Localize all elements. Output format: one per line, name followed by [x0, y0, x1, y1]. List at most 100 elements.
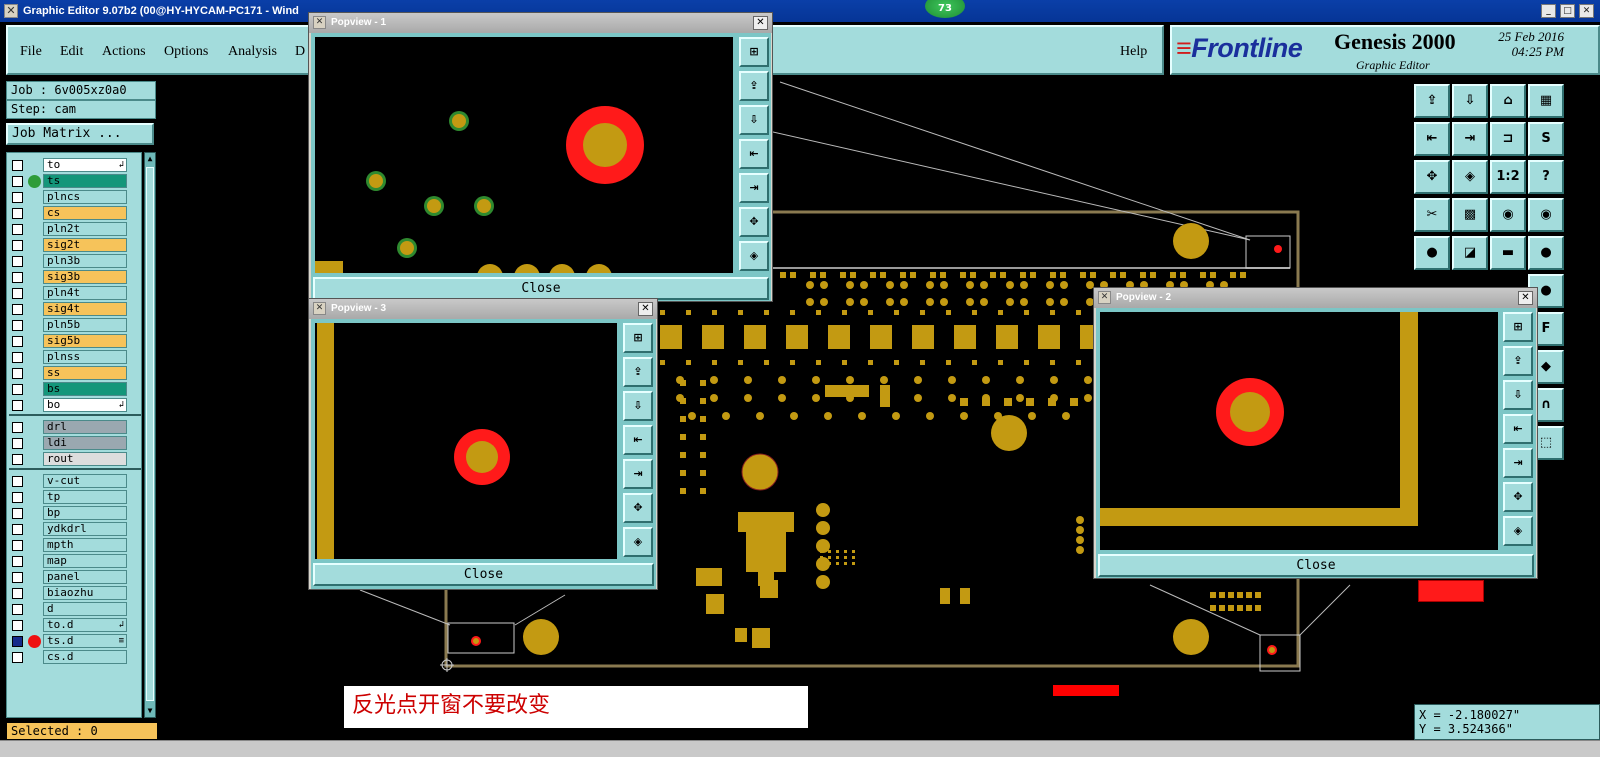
- graph-icon[interactable]: ◪: [1452, 236, 1488, 270]
- layer-row[interactable]: tp: [7, 489, 143, 505]
- layer-row[interactable]: pln4t: [7, 285, 143, 301]
- layer-checkbox[interactable]: [12, 588, 23, 599]
- layer-name[interactable]: biaozhu: [43, 586, 127, 600]
- layer-checkbox[interactable]: [12, 384, 23, 395]
- layer-name[interactable]: v-cut: [43, 474, 127, 488]
- pan-left-icon[interactable]: ⇤: [1503, 414, 1533, 444]
- zoom-out-icon[interactable]: ⇩: [623, 391, 653, 421]
- popview-1-close-icon[interactable]: ✕: [753, 16, 768, 30]
- scroll-up-icon[interactable]: ▲: [145, 153, 155, 165]
- layer-row[interactable]: pln5b: [7, 317, 143, 333]
- layer-checkbox[interactable]: [12, 572, 23, 583]
- layer-checkbox[interactable]: [12, 438, 23, 449]
- pan-left-icon[interactable]: ⇤: [623, 425, 653, 455]
- home-icon[interactable]: ⌂: [1490, 84, 1526, 118]
- layer-checkbox[interactable]: [12, 620, 23, 631]
- popview-2-close-button[interactable]: Close: [1098, 554, 1534, 577]
- popview-1-close-button[interactable]: Close: [313, 277, 769, 300]
- window-icon[interactable]: ⊞: [739, 37, 769, 67]
- layer-checkbox[interactable]: [12, 400, 23, 411]
- shift-left-icon[interactable]: ⇤: [1414, 122, 1450, 156]
- menu-file[interactable]: File: [20, 44, 42, 60]
- layer-checkbox[interactable]: [12, 636, 23, 647]
- layer-checkbox[interactable]: [12, 256, 23, 267]
- layer-name[interactable]: ts: [43, 174, 127, 188]
- fit-icon[interactable]: ✥: [623, 493, 653, 523]
- mirror-icon[interactable]: ⊐: [1490, 122, 1526, 156]
- popview-2-view[interactable]: [1098, 310, 1500, 552]
- pan-icon[interactable]: ✥: [1414, 160, 1450, 194]
- snap-icon[interactable]: S: [1528, 122, 1564, 156]
- layer-row[interactable]: ss: [7, 365, 143, 381]
- zoom-fit-icon[interactable]: ◈: [1452, 160, 1488, 194]
- pan-right-icon[interactable]: ⇥: [623, 459, 653, 489]
- layer-row[interactable]: bo ↲: [7, 397, 143, 413]
- fill-icon[interactable]: ●: [1414, 236, 1450, 270]
- layer-row[interactable]: drl: [7, 419, 143, 435]
- layer-name[interactable]: pln5b: [43, 318, 127, 332]
- layer-checkbox[interactable]: [12, 208, 23, 219]
- layer-name[interactable]: map: [43, 554, 127, 568]
- layer-checkbox[interactable]: [12, 288, 23, 299]
- layer-name[interactable]: ss: [43, 366, 127, 380]
- popview-1-titlebar[interactable]: ✕ Popview - 1 ✕: [309, 13, 772, 33]
- layer-name[interactable]: pln2t: [43, 222, 127, 236]
- layer-name[interactable]: pln3b: [43, 254, 127, 268]
- layer-name[interactable]: sig5b: [43, 334, 127, 348]
- minimize-button[interactable]: _: [1541, 4, 1556, 18]
- zoom-out-icon[interactable]: ⇩: [1503, 380, 1533, 410]
- layer-name[interactable]: cs.d: [43, 650, 127, 664]
- layer-row[interactable]: sig5b: [7, 333, 143, 349]
- layer-row[interactable]: ts.d ≡: [7, 633, 143, 649]
- layer-name[interactable]: to ↲: [43, 158, 127, 172]
- mesh-icon[interactable]: ▩: [1452, 198, 1488, 232]
- layer-name[interactable]: plnss: [43, 350, 127, 364]
- layer-row[interactable]: rout: [7, 451, 143, 467]
- layer-row[interactable]: cs: [7, 205, 143, 221]
- layer-row[interactable]: ldi: [7, 435, 143, 451]
- move-down-icon[interactable]: ⇩: [1452, 84, 1488, 118]
- layer-row[interactable]: biaozhu: [7, 585, 143, 601]
- layer-row[interactable]: d: [7, 601, 143, 617]
- shift-right-icon[interactable]: ⇥: [1452, 122, 1488, 156]
- layer-name[interactable]: to.d ↲: [43, 618, 127, 632]
- layer-name[interactable]: cs: [43, 206, 127, 220]
- menu-analysis[interactable]: Analysis: [228, 44, 277, 60]
- pan-left-icon[interactable]: ⇤: [739, 139, 769, 169]
- layer-name[interactable]: sig4t: [43, 302, 127, 316]
- layer-row[interactable]: pln2t: [7, 221, 143, 237]
- layer-checkbox[interactable]: [12, 320, 23, 331]
- layer-checkbox[interactable]: [12, 540, 23, 551]
- layer-checkbox[interactable]: [12, 336, 23, 347]
- layer-checkbox[interactable]: [12, 454, 23, 465]
- layer-row[interactable]: plncs: [7, 189, 143, 205]
- center-icon[interactable]: ◈: [739, 241, 769, 271]
- layer-checkbox[interactable]: [12, 556, 23, 567]
- popview-2-close-icon[interactable]: ✕: [1518, 291, 1533, 305]
- layer-checkbox[interactable]: [12, 192, 23, 203]
- layer-checkbox[interactable]: [12, 524, 23, 535]
- layer-checkbox[interactable]: [12, 368, 23, 379]
- layer-row[interactable]: sig4t: [7, 301, 143, 317]
- layer-row[interactable]: mpth: [7, 537, 143, 553]
- select-icon[interactable]: ◉: [1528, 198, 1564, 232]
- layer-row[interactable]: ydkdrl: [7, 521, 143, 537]
- ruler-icon[interactable]: ▬: [1490, 236, 1526, 270]
- layer-row[interactable]: cs.d: [7, 649, 143, 665]
- menu-options[interactable]: Options: [164, 44, 208, 60]
- layer-row[interactable]: to.d ↲: [7, 617, 143, 633]
- layer-name[interactable]: ts.d ≡: [43, 634, 127, 648]
- layer-checkbox[interactable]: [12, 272, 23, 283]
- layer-row[interactable]: ts: [7, 173, 143, 189]
- layer-name[interactable]: tp: [43, 490, 127, 504]
- zoom-in-icon[interactable]: ⇪: [739, 71, 769, 101]
- popview-3-close-button[interactable]: Close: [313, 563, 654, 586]
- layer-name[interactable]: rout: [43, 452, 127, 466]
- fit-icon[interactable]: ✥: [739, 207, 769, 237]
- help-icon[interactable]: ?: [1528, 160, 1564, 194]
- layer-name[interactable]: d: [43, 602, 127, 616]
- app-icon[interactable]: ✕: [4, 4, 18, 18]
- zoom-in-icon[interactable]: ⇪: [1503, 346, 1533, 376]
- menu-help[interactable]: Help: [1120, 44, 1147, 60]
- popview-3-titlebar[interactable]: ✕ Popview - 3 ✕: [309, 299, 657, 319]
